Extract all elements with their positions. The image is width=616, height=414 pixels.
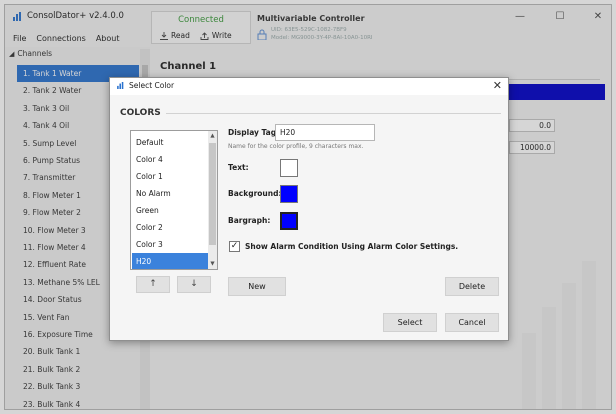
bargraph-color-label: Bargraph: <box>228 216 271 225</box>
app-logo-icon <box>117 82 124 89</box>
list-item[interactable]: Green <box>132 202 208 219</box>
dialog-title-bar: Select Color ✕ <box>110 78 508 95</box>
section-title: COLORS <box>120 108 161 118</box>
check-icon: ✓ <box>230 241 239 251</box>
list-scroll-thumb[interactable] <box>209 143 216 245</box>
list-item[interactable]: Default <box>132 134 208 151</box>
list-item[interactable]: No Alarm <box>132 185 208 202</box>
alarm-color-checkbox[interactable]: ✓ <box>229 241 240 252</box>
scroll-down-icon[interactable]: ▼ <box>208 261 217 267</box>
dialog-title-text: Select Color <box>129 81 175 90</box>
color-profile-list[interactable]: Default Color 4 Color 1 No Alarm Green Color … <box>130 130 218 270</box>
delete-button[interactable]: Delete <box>445 277 499 296</box>
display-tag-hint: Name for the color profile, 9 characters… <box>228 143 364 150</box>
display-tag-label: Display Tag: <box>228 128 280 137</box>
select-color-dialog: Select Color ✕ COLORS Default Color 4 Colo… <box>109 77 509 341</box>
list-item[interactable]: Color 3 <box>132 236 208 253</box>
list-scrollbar[interactable]: ▲ ▼ <box>208 131 217 269</box>
background-color-swatch[interactable] <box>280 185 298 203</box>
list-item[interactable]: Color 1 <box>132 168 208 185</box>
section-divider <box>166 113 501 114</box>
close-icon[interactable]: ✕ <box>493 79 502 92</box>
new-button[interactable]: New <box>228 277 286 296</box>
cancel-button[interactable]: Cancel <box>445 313 499 332</box>
text-color-swatch[interactable] <box>280 159 298 177</box>
scroll-up-icon[interactable]: ▲ <box>208 133 217 139</box>
background-color-label: Background: <box>228 189 282 198</box>
move-down-button[interactable]: ↓ <box>177 276 211 293</box>
list-item[interactable]: H20 <box>132 253 208 269</box>
bargraph-color-swatch[interactable] <box>280 212 298 230</box>
alarm-color-checkbox-label: Show Alarm Condition Using Alarm Color S… <box>245 242 459 251</box>
display-tag-input[interactable]: H20 <box>275 124 375 141</box>
dialog-title: Select Color <box>117 81 174 90</box>
text-color-label: Text: <box>228 163 249 172</box>
list-item[interactable]: Color 2 <box>132 219 208 236</box>
list-item[interactable]: Color 4 <box>132 151 208 168</box>
move-up-button[interactable]: ↑ <box>136 276 170 293</box>
select-button[interactable]: Select <box>383 313 437 332</box>
